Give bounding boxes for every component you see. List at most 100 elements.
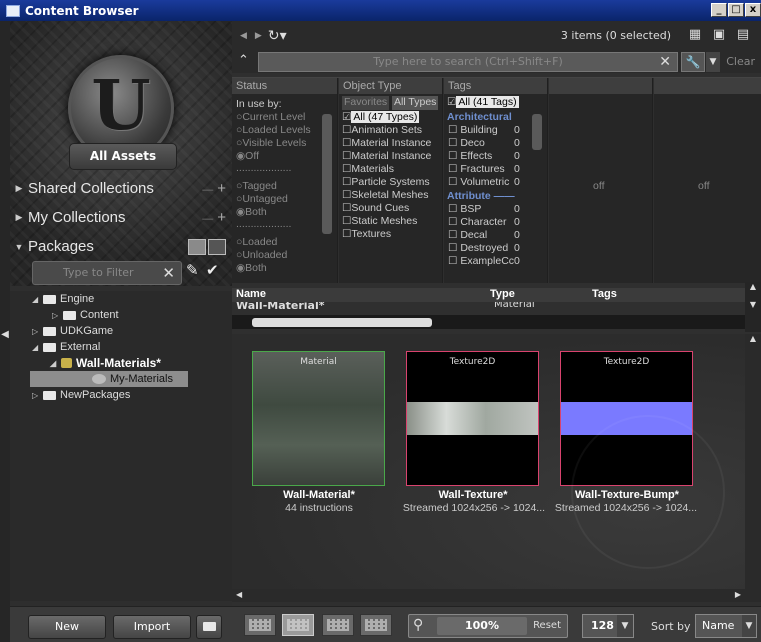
tag-character[interactable]: ☐ Character — [448, 216, 506, 230]
tags-scrollbar[interactable] — [532, 114, 542, 150]
wrench-icon[interactable]: 🔧 — [681, 52, 705, 72]
column-tags[interactable]: Tags — [592, 288, 617, 300]
reset-zoom-button[interactable]: Reset — [533, 620, 561, 631]
list-horizontal-scrollbar[interactable] — [232, 315, 745, 329]
radio-both-load[interactable]: ◉Both — [236, 262, 267, 276]
type-animation-sets[interactable]: ☐Animation Sets — [342, 124, 422, 138]
add-my-collection-button[interactable]: — + — [202, 209, 226, 226]
tag-deco[interactable]: ☐ Deco — [448, 137, 485, 151]
package-filter-input[interactable]: Type to Filter ✕ — [32, 261, 182, 285]
folder-button[interactable] — [196, 615, 222, 639]
list-vertical-scrollbar[interactable]: ▲ ▼ — [745, 282, 761, 332]
tab-favorites[interactable]: Favorites — [342, 96, 390, 110]
maximize-button[interactable]: □ — [728, 3, 744, 17]
tag-group-attribute: Attribute —— — [447, 190, 515, 202]
close-window-icon[interactable]: ▤ — [735, 27, 751, 43]
asset-type-label: Texture2D — [603, 357, 650, 367]
empty-header — [549, 78, 652, 94]
type-particle-systems[interactable]: ☐Particle Systems — [342, 176, 430, 190]
radio-unloaded[interactable]: ○Unloaded — [236, 249, 287, 263]
search-input[interactable]: Type here to search (Ctrl+Shift+F) ✕ — [258, 52, 678, 72]
thumbnail-horizontal-scrollbar[interactable]: ◀ ▶ — [232, 589, 745, 602]
clear-filter-icon[interactable]: ✕ — [162, 262, 175, 284]
radio-loaded-levels[interactable]: ○Loaded Levels — [236, 124, 311, 138]
tree-item-external[interactable]: ◢ External — [32, 339, 100, 355]
pencil-icon[interactable]: ✎ — [186, 261, 199, 279]
collapse-filters-icon[interactable]: ⌃ — [238, 53, 249, 68]
sort-select[interactable]: Name ▼ — [695, 614, 757, 638]
type-skeletal-meshes[interactable]: ☐Skeletal Meshes — [342, 189, 428, 203]
close-button[interactable]: x — [745, 3, 761, 17]
radio-untagged[interactable]: ○Untagged — [236, 193, 288, 207]
new-window-icon[interactable]: ▦ — [687, 27, 703, 43]
import-button[interactable]: Import — [113, 615, 191, 639]
zoom-value[interactable]: 100% — [437, 617, 527, 635]
history-icon[interactable]: ↻▾ — [268, 28, 287, 44]
right-panel: ◀ ▶ ↻▾ 3 items (0 selected) ▦ ▣ ▤ ⌃ Type… — [232, 21, 761, 642]
thumbnail-size-select[interactable]: 128 ▼ — [582, 614, 634, 638]
type-materials[interactable]: ☐Materials — [342, 163, 394, 177]
chevron-down-icon[interactable]: ▼ — [742, 615, 756, 637]
my-collections-row[interactable]: ▶ My Collections — + — [10, 204, 232, 231]
folder-icon — [43, 342, 56, 352]
back-icon[interactable]: ◀ — [240, 31, 247, 41]
view-grid-button[interactable] — [360, 614, 392, 636]
radio-visible-levels[interactable]: ○Visible Levels — [236, 137, 306, 151]
sort-by-label: Sort by — [651, 620, 691, 633]
type-material-instance-2[interactable]: ☐Material Instance — [342, 150, 431, 164]
checkmark-icon[interactable]: ✔ — [206, 261, 219, 279]
shared-collections-row[interactable]: ▶ Shared Collections — + — [10, 175, 232, 202]
list-row[interactable]: Wall-Material* Material — [232, 302, 745, 311]
tree-item-wall-materials[interactable]: ◢ Wall-Materials* — [50, 355, 161, 371]
asset-tile-wall-material[interactable]: Material — [252, 351, 385, 486]
clear-search-icon[interactable]: ✕ — [659, 53, 671, 71]
asset-tile-wall-texture-bump[interactable]: Texture2D — [560, 351, 693, 486]
wrench-dropdown-icon[interactable]: ▼ — [706, 52, 720, 72]
tree-item-my-materials[interactable]: My-Materials — [30, 371, 188, 387]
asset-info: 44 instructions — [285, 502, 353, 514]
magnifier-icon[interactable]: ⚲ — [413, 617, 423, 633]
tab-all-types[interactable]: All Types — [392, 96, 439, 110]
add-shared-collection-button[interactable]: — + — [202, 180, 226, 197]
collapse-left-icon[interactable]: ◀ — [0, 300, 10, 370]
column-name[interactable]: Name — [236, 288, 266, 300]
tree-item-newpackages[interactable]: ▷ NewPackages — [32, 387, 130, 403]
status-scrollbar[interactable] — [322, 114, 332, 234]
view-list-button[interactable] — [244, 614, 276, 636]
clone-window-icon[interactable]: ▣ — [711, 27, 727, 43]
packages-view-toggle[interactable] — [188, 239, 226, 255]
tree-item-udkgame[interactable]: ▷ UDKGame — [32, 323, 113, 339]
tag-decal[interactable]: ☐ Decal — [448, 229, 487, 243]
radio-tagged[interactable]: ○Tagged — [236, 180, 277, 194]
column-type[interactable]: Type — [490, 288, 515, 300]
view-split-button[interactable] — [282, 614, 314, 636]
tag-volumetric[interactable]: ☐ Volumetric — [448, 176, 509, 190]
radio-loaded[interactable]: ○Loaded — [236, 236, 277, 250]
type-sound-cues[interactable]: ☐Sound Cues — [342, 202, 409, 216]
clear-button[interactable]: Clear — [726, 55, 755, 68]
tag-bsp[interactable]: ☐ BSP — [448, 203, 481, 217]
tags-all[interactable]: ☑ All (41 Tags) — [447, 96, 519, 110]
all-assets-button[interactable]: All Assets — [69, 143, 177, 170]
chevron-down-icon[interactable]: ▼ — [617, 615, 633, 637]
content-browser-window: Content Browser _ □ x ◀ U All Assets ▶ S… — [0, 0, 761, 642]
tag-effects[interactable]: ☐ Effects — [448, 150, 492, 164]
type-material-instance-1[interactable]: ☐Material Instance — [342, 137, 431, 151]
view-thumbnails-button[interactable] — [322, 614, 354, 636]
forward-icon[interactable]: ▶ — [255, 31, 262, 41]
minimize-button[interactable]: _ — [711, 3, 727, 17]
new-button[interactable]: New — [28, 615, 106, 639]
tag-building[interactable]: ☐ Building — [448, 124, 498, 138]
tag-destroyed[interactable]: ☐ Destroyed — [448, 242, 508, 256]
tag-fractures[interactable]: ☐ Fractures — [448, 163, 505, 177]
asset-tile-wall-texture[interactable]: Texture2D — [406, 351, 539, 486]
tag-examplecc[interactable]: ☐ ExampleCc — [448, 255, 514, 269]
radio-current-level[interactable]: ○Current Level — [236, 111, 305, 125]
tree-item-engine[interactable]: ◢ Engine — [32, 291, 94, 307]
type-all[interactable]: ☑ All (47 Types) — [342, 111, 420, 125]
type-static-meshes[interactable]: ☐Static Meshes — [342, 215, 417, 229]
tree-item-content[interactable]: ▷ Content — [52, 307, 119, 323]
thumbnail-vertical-scrollbar[interactable]: ▲ — [745, 334, 761, 602]
packages-row[interactable]: ▼ Packages — [10, 233, 232, 260]
type-textures[interactable]: ☐Textures — [342, 228, 391, 242]
